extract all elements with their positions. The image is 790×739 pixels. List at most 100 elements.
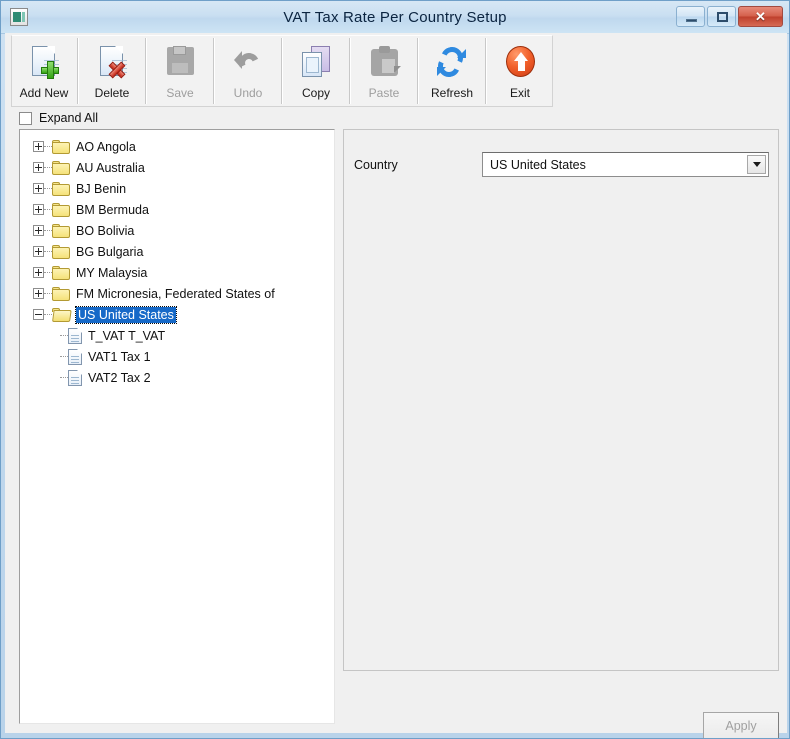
client-area: Add New Delete Save Undo Copy Paste Refr… (5, 33, 787, 738)
tree-connector (44, 271, 52, 274)
tree-item-label: US United States (75, 305, 177, 324)
title-bar: VAT Tax Rate Per Country Setup ✕ (1, 1, 789, 34)
tree-item-fm-micronesia[interactable]: FM Micronesia, Federated States of (24, 283, 334, 304)
folder-icon (52, 286, 70, 301)
expand-all-row[interactable]: Expand All (19, 109, 98, 127)
tree-item-au-australia[interactable]: AU Australia (24, 157, 334, 178)
toolbar-separator (77, 38, 79, 104)
folder-icon (52, 139, 70, 154)
toolbar-separator (213, 38, 215, 104)
tree-item-ao-angola[interactable]: AO Angola (24, 136, 334, 157)
tree-connector (44, 250, 52, 253)
document-icon (68, 348, 82, 365)
exit-button[interactable]: Exit (488, 36, 552, 106)
close-button[interactable]: ✕ (738, 6, 783, 27)
add-new-button[interactable]: Add New (12, 36, 76, 106)
undo-arrow-icon (228, 43, 268, 83)
document-delete-icon (92, 43, 132, 83)
minimize-button[interactable] (676, 6, 705, 27)
application-window: VAT Tax Rate Per Country Setup ✕ Add New… (0, 0, 790, 739)
tree-connector (44, 229, 52, 232)
country-dropdown[interactable]: US United States (482, 152, 769, 177)
tree-item-bm-bermuda[interactable]: BM Bermuda (24, 199, 334, 220)
tree-item-label: BG Bulgaria (76, 244, 144, 259)
save-label: Save (166, 86, 194, 100)
country-label: Country (354, 157, 398, 172)
tree-item-vat1-tax-1[interactable]: VAT1 Tax 1 (24, 346, 334, 367)
tree-connector (60, 334, 68, 337)
country-field-row: Country US United States (354, 152, 770, 177)
expand-plus-icon[interactable] (33, 141, 44, 152)
folder-icon (52, 160, 70, 175)
expand-plus-icon[interactable] (33, 246, 44, 257)
folder-open-icon (52, 307, 72, 322)
tree-item-label: BJ Benin (76, 181, 127, 196)
expand-plus-icon[interactable] (33, 204, 44, 215)
tree-connector (60, 355, 68, 358)
tree-connector (44, 292, 52, 295)
tree-item-bo-bolivia[interactable]: BO Bolivia (24, 220, 334, 241)
document-add-icon (24, 43, 64, 83)
expand-all-checkbox[interactable] (19, 111, 32, 125)
save-button: Save (148, 36, 212, 106)
collapse-minus-icon[interactable] (33, 309, 44, 320)
detail-panel: Country US United States (343, 129, 779, 671)
country-tree: AO Angola AU Australia BJ Benin BM Bermu… (20, 130, 334, 388)
toolbar-separator (417, 38, 419, 104)
toolbar: Add New Delete Save Undo Copy Paste Refr… (11, 35, 553, 107)
window-controls: ✕ (676, 6, 783, 27)
expand-plus-icon[interactable] (33, 288, 44, 299)
country-dropdown-value: US United States (490, 157, 586, 172)
toolbar-separator (145, 38, 147, 104)
tree-connector (44, 187, 52, 190)
expand-plus-icon[interactable] (33, 225, 44, 236)
tree-item-label: BM Bermuda (76, 202, 149, 217)
toolbar-separator (485, 38, 487, 104)
paste-button: Paste (352, 36, 416, 106)
expand-all-label: Expand All (39, 111, 99, 125)
toolbar-group-clipboard: Copy Paste Refresh Exit (284, 36, 552, 106)
undo-label: Undo (233, 86, 263, 100)
toolbar-separator (281, 38, 283, 104)
folder-icon (52, 265, 70, 280)
tree-item-bj-benin[interactable]: BJ Benin (24, 178, 334, 199)
expand-plus-icon[interactable] (33, 162, 44, 173)
tree-item-my-malaysia[interactable]: MY Malaysia (24, 262, 334, 283)
refresh-label: Refresh (430, 86, 474, 100)
tree-item-us-united-states[interactable]: US United States (24, 304, 334, 325)
application-icon (10, 8, 28, 26)
tree-item-bg-bulgaria[interactable]: BG Bulgaria (24, 241, 334, 262)
paste-label: Paste (368, 86, 400, 100)
save-icon (160, 43, 200, 83)
copy-button[interactable]: Copy (284, 36, 348, 106)
window-title: VAT Tax Rate Per Country Setup (283, 8, 507, 26)
refresh-button[interactable]: Refresh (420, 36, 484, 106)
tree-item-label: VAT1 Tax 1 (88, 349, 151, 364)
maximize-icon (717, 12, 728, 22)
country-tree-panel[interactable]: AO Angola AU Australia BJ Benin BM Bermu… (19, 129, 335, 724)
toolbar-group-edit: Add New Delete Save Undo (12, 36, 280, 106)
tree-connector (44, 313, 52, 316)
tree-item-label: AU Australia (76, 160, 145, 175)
delete-button[interactable]: Delete (80, 36, 144, 106)
expand-plus-icon[interactable] (33, 267, 44, 278)
tree-item-label: BO Bolivia (76, 223, 135, 238)
tree-item-vat2-tax-2[interactable]: VAT2 Tax 2 (24, 367, 334, 388)
tree-item-label: FM Micronesia, Federated States of (76, 286, 275, 301)
refresh-arrows-icon (432, 43, 472, 83)
add-new-label: Add New (19, 86, 69, 100)
tree-item-t-vat[interactable]: T_VAT T_VAT (24, 325, 334, 346)
folder-icon (52, 181, 70, 196)
maximize-button[interactable] (707, 6, 736, 27)
tree-item-label: MY Malaysia (76, 265, 148, 280)
close-icon: ✕ (755, 9, 766, 24)
exit-up-arrow-icon (500, 43, 540, 83)
document-icon (68, 369, 82, 386)
folder-icon (52, 223, 70, 238)
minimize-icon (686, 19, 697, 22)
expand-plus-icon[interactable] (33, 183, 44, 194)
tree-item-label: T_VAT T_VAT (88, 328, 166, 343)
chevron-down-icon[interactable] (747, 155, 766, 174)
tree-item-label: VAT2 Tax 2 (88, 370, 151, 385)
folder-icon (52, 202, 70, 217)
